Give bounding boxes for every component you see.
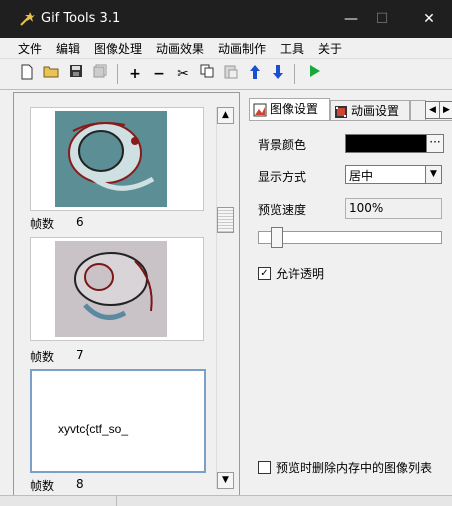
preview-speed-field[interactable]: 100% (345, 198, 442, 219)
allow-transparency-checkbox[interactable]: ✓ (258, 267, 271, 280)
menu-animation-effects[interactable]: 动画效果 (156, 40, 204, 57)
menu-edit[interactable]: 编辑 (56, 40, 80, 57)
minimize-button[interactable]: — (336, 8, 366, 30)
frame-text: xyvtc{ctf_so_ (58, 422, 129, 436)
delete-images-label: 预览时删除内存中的图像列表 (276, 461, 433, 475)
menu-image-processing[interactable]: 图像处理 (94, 40, 142, 57)
close-button[interactable]: ✕ (414, 8, 444, 30)
save-all-icon[interactable] (90, 64, 110, 84)
frame-label: 帧数 6 (30, 215, 84, 232)
settings-panel: 图像设置 动画设置 ◀ ▶ 背景颜色 ··· 显示方式 居中 ▼ 预览速度 10… (249, 98, 452, 501)
toolbar-separator (117, 64, 118, 84)
frame-thumbnail-selected[interactable]: xyvtc{ctf_so_ (30, 369, 206, 473)
frame-list-panel: 帧数 6 帧数 7 xyvtc{ctf_so_ 帧数 8 ▲ ▼ (13, 92, 240, 504)
frame-number: 7 (76, 348, 84, 362)
frame-label-text: 帧数 (30, 350, 55, 364)
preview-speed-value: 100% (349, 201, 384, 215)
frame-thumbnail[interactable] (30, 107, 204, 211)
animation-settings-icon (335, 105, 347, 118)
save-icon[interactable] (66, 64, 86, 84)
status-bar (0, 495, 452, 506)
frame-label-text: 帧数 (30, 479, 55, 493)
window-title: Gif Tools 3.1 (41, 11, 121, 26)
image-settings-page: 背景颜色 ··· 显示方式 居中 ▼ 预览速度 100% ✓ 允许透明 预览时删… (249, 120, 452, 501)
add-frame-icon[interactable]: + (125, 64, 145, 84)
tab-label: 动画设置 (351, 104, 400, 118)
toolbar: + − ✂ (0, 58, 452, 90)
frame-label: 帧数 8 (30, 477, 84, 494)
frame-list: 帧数 6 帧数 7 xyvtc{ctf_so_ 帧数 8 (14, 93, 226, 503)
maximize-button[interactable]: ☐ (367, 8, 397, 30)
delete-images-checkbox[interactable] (258, 461, 271, 474)
frame-thumbnail[interactable] (30, 237, 204, 341)
copy-icon[interactable] (197, 64, 217, 84)
frame-image (55, 111, 167, 207)
menu-animation-make[interactable]: 动画制作 (218, 40, 266, 57)
paste-icon[interactable] (221, 64, 241, 84)
tab-scroll-right-icon[interactable]: ▶ (439, 101, 452, 119)
title-bar: Gif Tools 3.1 — ☐ ✕ (0, 0, 452, 38)
background-color-swatch[interactable] (345, 134, 427, 153)
preview-speed-slider-thumb[interactable] (271, 227, 283, 248)
color-picker-button[interactable]: ··· (426, 134, 444, 153)
play-preview-icon[interactable] (305, 64, 325, 84)
menu-tools[interactable]: 工具 (280, 40, 304, 57)
move-down-icon[interactable] (268, 64, 288, 84)
tab-overflow-partial[interactable] (410, 100, 426, 121)
tab-animation-settings[interactable]: 动画设置 (330, 100, 410, 121)
tab-image-settings[interactable]: 图像设置 (249, 98, 330, 121)
tab-scroll-left-icon[interactable]: ◀ (425, 101, 440, 119)
menu-file[interactable]: 文件 (18, 40, 42, 57)
display-mode-select[interactable]: 居中 ▼ (345, 165, 442, 184)
scroll-down-icon[interactable]: ▼ (217, 472, 234, 489)
frame-number: 8 (76, 477, 84, 491)
menu-about[interactable]: 关于 (318, 40, 342, 57)
frame-label: 帧数 7 (30, 348, 84, 365)
display-mode-label: 显示方式 (258, 170, 307, 184)
gif-tools-app-icon (20, 12, 35, 26)
remove-frame-icon[interactable]: − (149, 64, 169, 84)
allow-transparency-label: 允许透明 (276, 267, 325, 281)
new-file-icon[interactable] (17, 64, 37, 84)
frame-list-scrollbar[interactable]: ▲ ▼ (216, 107, 234, 489)
chevron-down-icon[interactable]: ▼ (425, 166, 441, 183)
frame-label-text: 帧数 (30, 217, 55, 231)
frame-number: 6 (76, 215, 84, 229)
settings-tabs: 图像设置 动画设置 ◀ ▶ (249, 98, 452, 121)
move-up-icon[interactable] (245, 64, 265, 84)
preview-speed-slider[interactable] (258, 231, 442, 244)
image-settings-icon (253, 103, 267, 116)
toolbar-separator (294, 64, 295, 84)
preview-speed-label: 预览速度 (258, 203, 307, 217)
tab-label: 图像设置 (270, 102, 319, 116)
scrollbar-thumb[interactable] (217, 207, 234, 233)
cut-icon[interactable]: ✂ (173, 64, 193, 84)
background-color-label: 背景颜色 (258, 138, 307, 152)
menu-bar: 文件 编辑 图像处理 动画效果 动画制作 工具 关于 (0, 38, 452, 58)
open-folder-icon[interactable] (41, 64, 61, 84)
frame-image (55, 241, 167, 337)
scroll-up-icon[interactable]: ▲ (217, 107, 234, 124)
display-mode-value: 居中 (349, 169, 374, 183)
